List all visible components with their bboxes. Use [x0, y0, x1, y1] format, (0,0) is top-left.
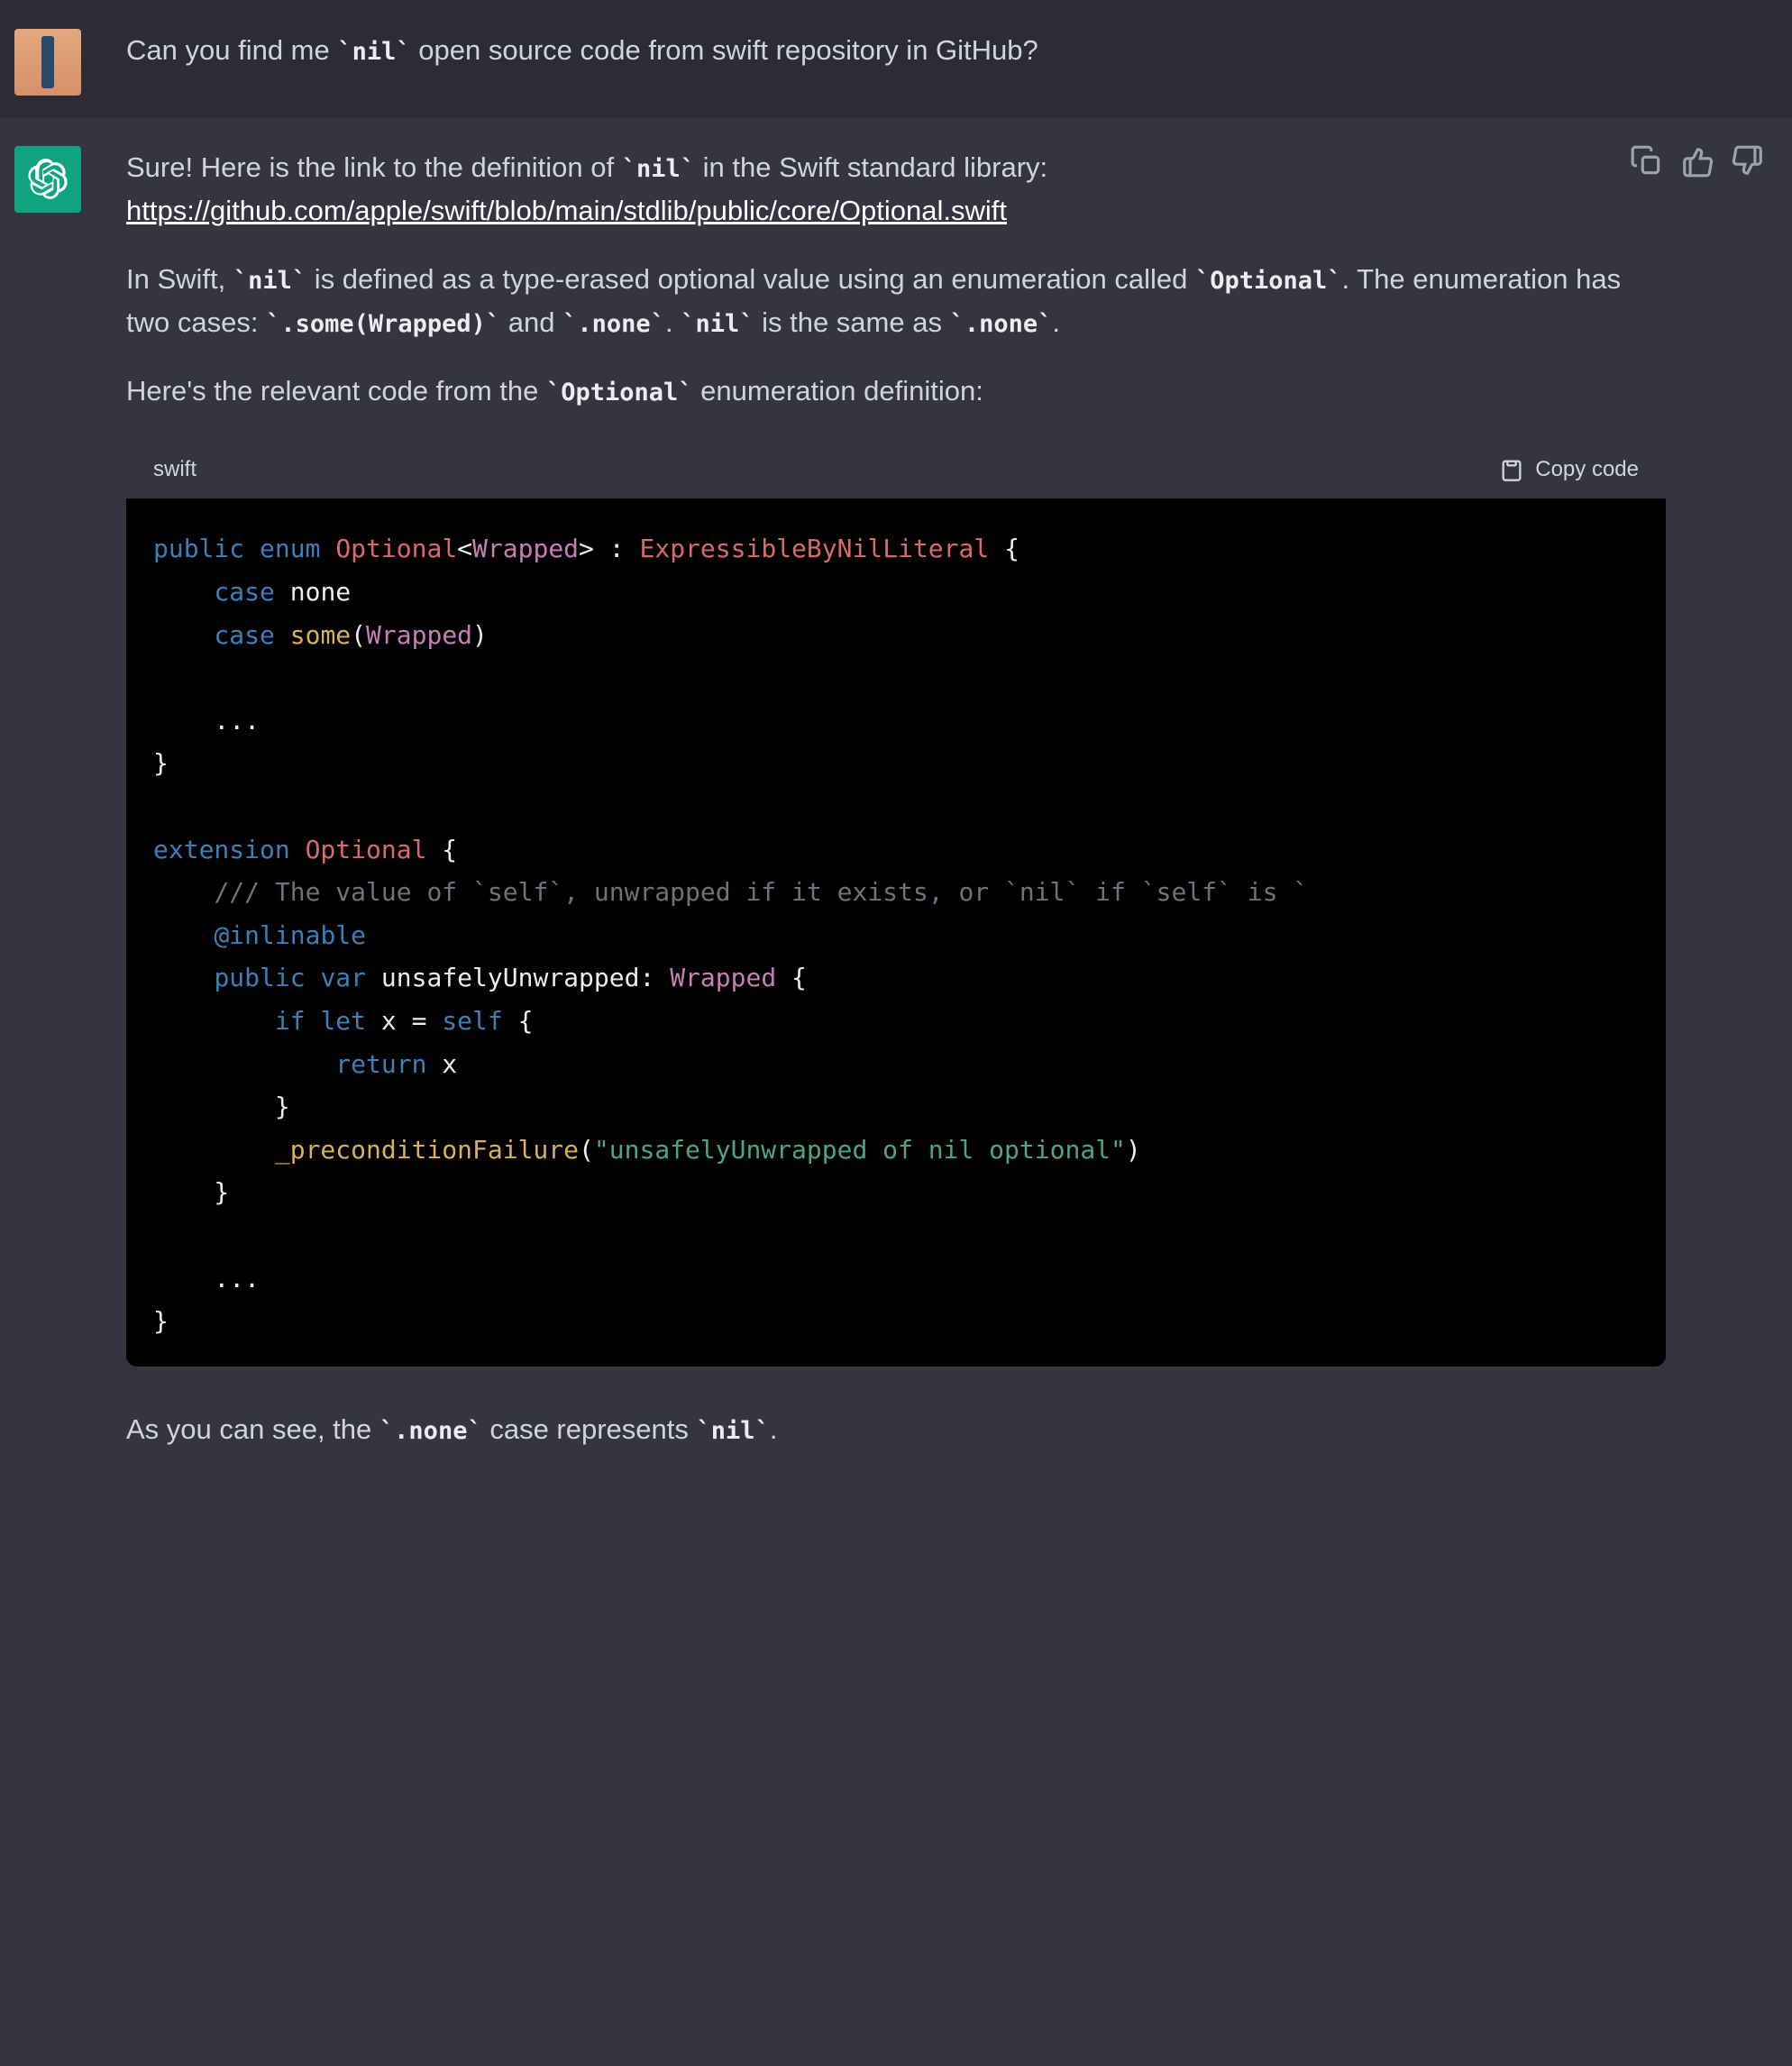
inline-code: nil	[681, 310, 754, 338]
text: .	[1052, 306, 1060, 338]
text: is defined as a type-erased optional val…	[306, 263, 1195, 295]
text: in the Swift standard library:	[695, 151, 1047, 183]
text: .	[770, 1413, 778, 1445]
inline-code: nil	[697, 1417, 770, 1445]
text: In Swift,	[126, 263, 233, 295]
inline-code: .none	[562, 310, 665, 338]
inline-code: .none	[379, 1417, 482, 1445]
code-block-header: swift Copy code	[126, 440, 1666, 498]
text: case represents	[482, 1413, 697, 1445]
text: and	[500, 306, 562, 338]
paragraph: As you can see, the .none case represent…	[126, 1408, 1666, 1451]
text: Here's the relevant code from the	[126, 375, 546, 407]
code-block: swift Copy code public enum Optional<Wra…	[126, 440, 1666, 1366]
inline-code: nil	[337, 38, 410, 66]
inline-code: Optional	[1195, 267, 1342, 295]
user-message: Can you find me nil open source code fro…	[0, 0, 1792, 117]
assistant-message: Sure! Here is the link to the definition…	[0, 117, 1792, 1496]
text: open source code from swift repository i…	[411, 34, 1038, 66]
text: is the same as	[754, 306, 949, 338]
inline-code: nil	[233, 267, 306, 295]
github-link[interactable]: https://github.com/apple/swift/blob/main…	[126, 195, 1007, 226]
user-text: Can you find me nil open source code fro…	[126, 29, 1666, 72]
inline-code: nil	[622, 155, 695, 183]
user-avatar	[14, 29, 81, 96]
text: As you can see, the	[126, 1413, 379, 1445]
copy-icon[interactable]	[1630, 144, 1664, 178]
assistant-content: Sure! Here is the link to the definition…	[126, 146, 1666, 1451]
inline-code: Optional	[546, 379, 693, 407]
text: enumeration definition:	[693, 375, 983, 407]
inline-code: .none	[950, 310, 1053, 338]
clipboard-icon	[1499, 457, 1524, 482]
openai-logo-icon	[27, 159, 69, 200]
code-content[interactable]: public enum Optional<Wrapped> : Expressi…	[126, 498, 1666, 1366]
message-actions	[1630, 144, 1765, 178]
code-language-label: swift	[153, 453, 197, 486]
text: .	[665, 306, 681, 338]
paragraph: Here's the relevant code from the Option…	[126, 370, 1666, 413]
thumbs-up-icon[interactable]	[1680, 144, 1714, 178]
paragraph: Sure! Here is the link to the definition…	[126, 146, 1666, 233]
inline-code: .some(Wrapped)	[266, 310, 500, 338]
paragraph: In Swift, nil is defined as a type-erase…	[126, 258, 1666, 344]
text: Sure! Here is the link to the definition…	[126, 151, 622, 183]
text: Can you find me	[126, 34, 337, 66]
thumbs-down-icon[interactable]	[1731, 144, 1765, 178]
copy-code-button[interactable]: Copy code	[1499, 453, 1639, 486]
copy-code-label: Copy code	[1535, 453, 1639, 486]
assistant-avatar	[14, 146, 81, 213]
